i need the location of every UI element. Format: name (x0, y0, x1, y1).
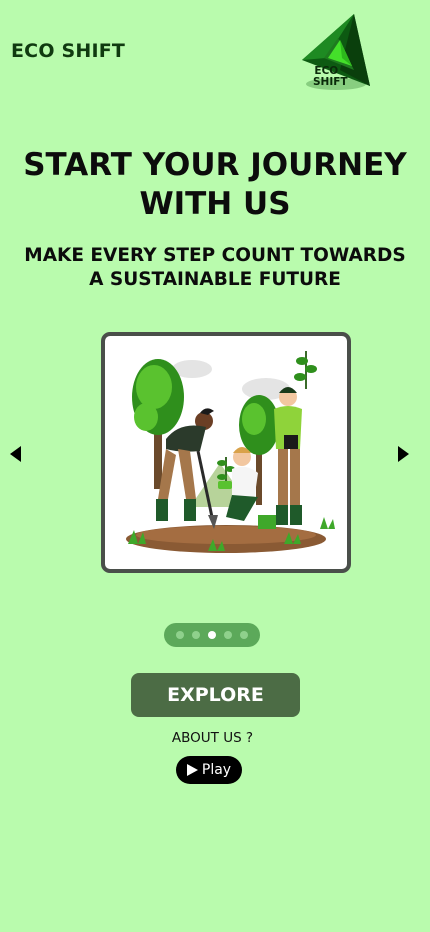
carousel-pagination (164, 623, 260, 647)
tree-planting-illustration (108, 339, 344, 566)
eco-shift-logo: ECO SHIFT (296, 10, 374, 92)
triangle-right-icon (398, 446, 409, 462)
hero-subtitle-line2: A SUSTAINABLE FUTURE (89, 269, 341, 290)
hero-subtitle-line1: MAKE EVERY STEP COUNT TOWARDS (24, 245, 406, 266)
hero-subtitle: MAKE EVERY STEP COUNT TOWARDS A SUSTAINA… (0, 244, 430, 292)
play-button[interactable]: Play (176, 756, 242, 784)
hero-title-line2: WITH US (139, 186, 291, 222)
hero-title: START YOUR JOURNEY WITH US (0, 146, 430, 224)
carousel-dot[interactable] (240, 631, 248, 639)
carousel-dot[interactable] (176, 631, 184, 639)
hero-title-line1: START YOUR JOURNEY (23, 147, 407, 183)
carousel-next-button[interactable] (394, 444, 414, 464)
logo-line-shift: SHIFT (313, 76, 348, 88)
carousel-dot-active[interactable] (208, 631, 216, 639)
carousel-dot[interactable] (192, 631, 200, 639)
play-label: Play (201, 762, 232, 778)
explore-button[interactable]: EXPLORE (131, 673, 300, 717)
brand-name: ECO SHIFT (11, 40, 126, 62)
about-us-link[interactable]: ABOUT US ? (0, 730, 425, 746)
carousel-card[interactable] (101, 332, 351, 573)
triangle-left-icon (10, 446, 21, 462)
carousel-dot[interactable] (224, 631, 232, 639)
carousel-prev-button[interactable] (7, 444, 27, 464)
play-icon (186, 764, 198, 776)
